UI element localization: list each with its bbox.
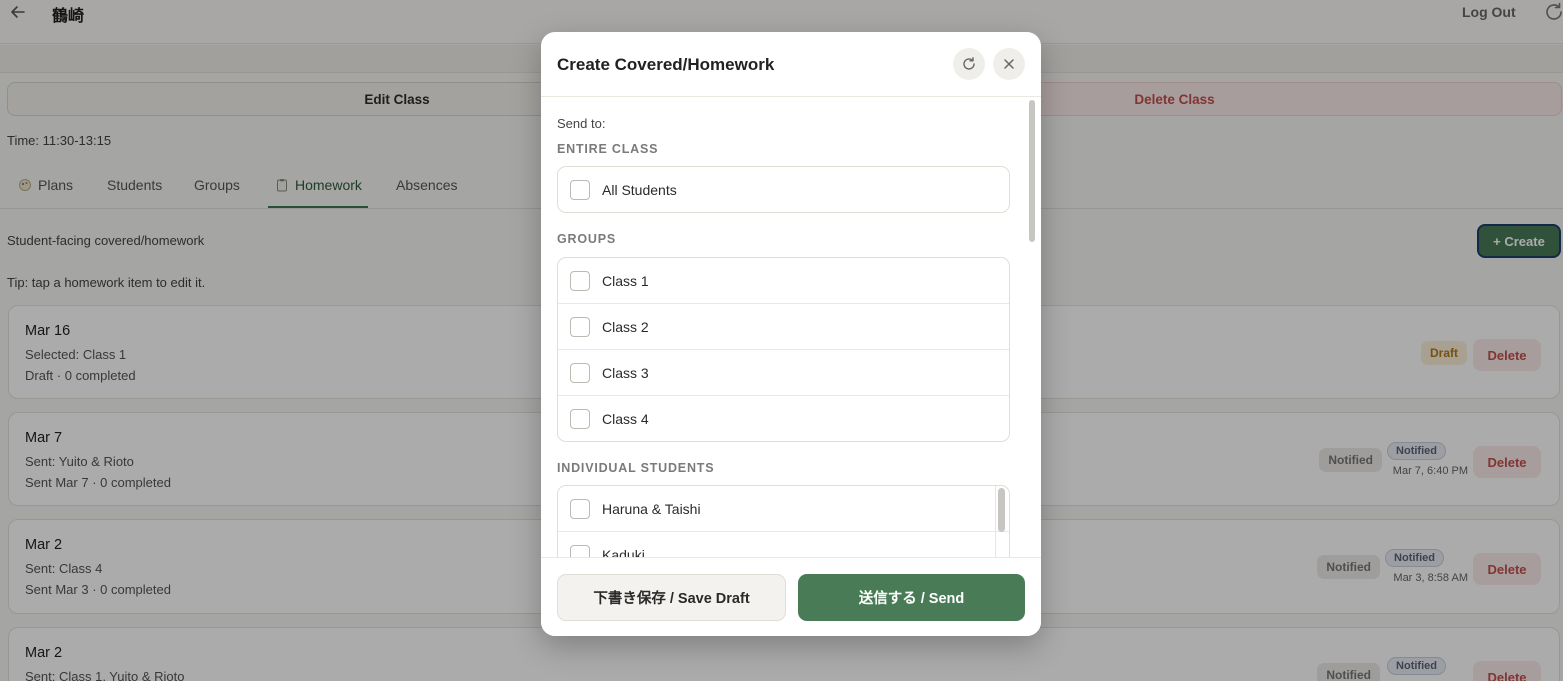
- modal-body[interactable]: Send to: ENTIRE CLASS All Students GROUP…: [541, 97, 1041, 557]
- checkbox[interactable]: [570, 498, 590, 519]
- checkbox-label: Class 1: [602, 272, 649, 289]
- list-scrollbar[interactable]: [998, 488, 1005, 532]
- modal-scrollbar[interactable]: [1029, 100, 1035, 242]
- checkbox-label: Class 2: [602, 318, 649, 335]
- individual-students-heading: INDIVIDUAL STUDENTS: [557, 461, 715, 475]
- checkbox-label: Kaduki: [602, 547, 645, 557]
- close-button[interactable]: [993, 48, 1025, 80]
- entire-class-box: All Students: [557, 166, 1010, 213]
- reset-button[interactable]: [953, 48, 985, 80]
- checkbox[interactable]: [570, 316, 590, 337]
- individual-students-list[interactable]: Haruna & Taishi Kaduki: [557, 485, 1010, 557]
- checkbox[interactable]: [570, 180, 590, 200]
- checkbox-label: Class 3: [602, 364, 649, 381]
- checkbox[interactable]: [570, 409, 590, 429]
- checkbox-label: Class 4: [602, 411, 649, 427]
- checkbox-row-group[interactable]: Class 4: [558, 396, 1009, 441]
- modal-title: Create Covered/Homework: [557, 55, 775, 74]
- checkbox[interactable]: [570, 270, 590, 291]
- send-to-label: Send to:: [557, 116, 606, 131]
- checkbox-row-student[interactable]: Kaduki: [558, 532, 1009, 557]
- modal-footer: 下書き保存 / Save Draft 送信する / Send: [541, 557, 1041, 636]
- checkbox[interactable]: [570, 545, 590, 557]
- create-homework-modal: Create Covered/Homework Send to: ENTIRE …: [541, 32, 1041, 636]
- list-scroll-track: [995, 486, 996, 557]
- checkbox-row-group[interactable]: Class 3: [558, 350, 1009, 396]
- entire-class-heading: ENTIRE CLASS: [557, 142, 659, 156]
- checkbox-row-student[interactable]: Haruna & Taishi: [558, 486, 1009, 532]
- checkbox-row-all-students[interactable]: All Students: [558, 167, 1009, 212]
- save-draft-button[interactable]: 下書き保存 / Save Draft: [557, 574, 786, 621]
- checkbox-row-group[interactable]: Class 2: [558, 304, 1009, 350]
- checkbox[interactable]: [570, 362, 590, 383]
- checkbox-row-group[interactable]: Class 1: [558, 258, 1009, 304]
- refresh-icon: [963, 57, 975, 70]
- groups-box: Class 1 Class 2 Class 3 Class 4: [557, 257, 1010, 442]
- groups-heading: GROUPS: [557, 232, 616, 246]
- send-button[interactable]: 送信する / Send: [798, 574, 1025, 621]
- checkbox-label: Haruna & Taishi: [602, 500, 701, 517]
- modal-header: Create Covered/Homework: [541, 32, 1041, 97]
- close-icon: [1004, 59, 1014, 69]
- checkbox-label: All Students: [602, 182, 677, 198]
